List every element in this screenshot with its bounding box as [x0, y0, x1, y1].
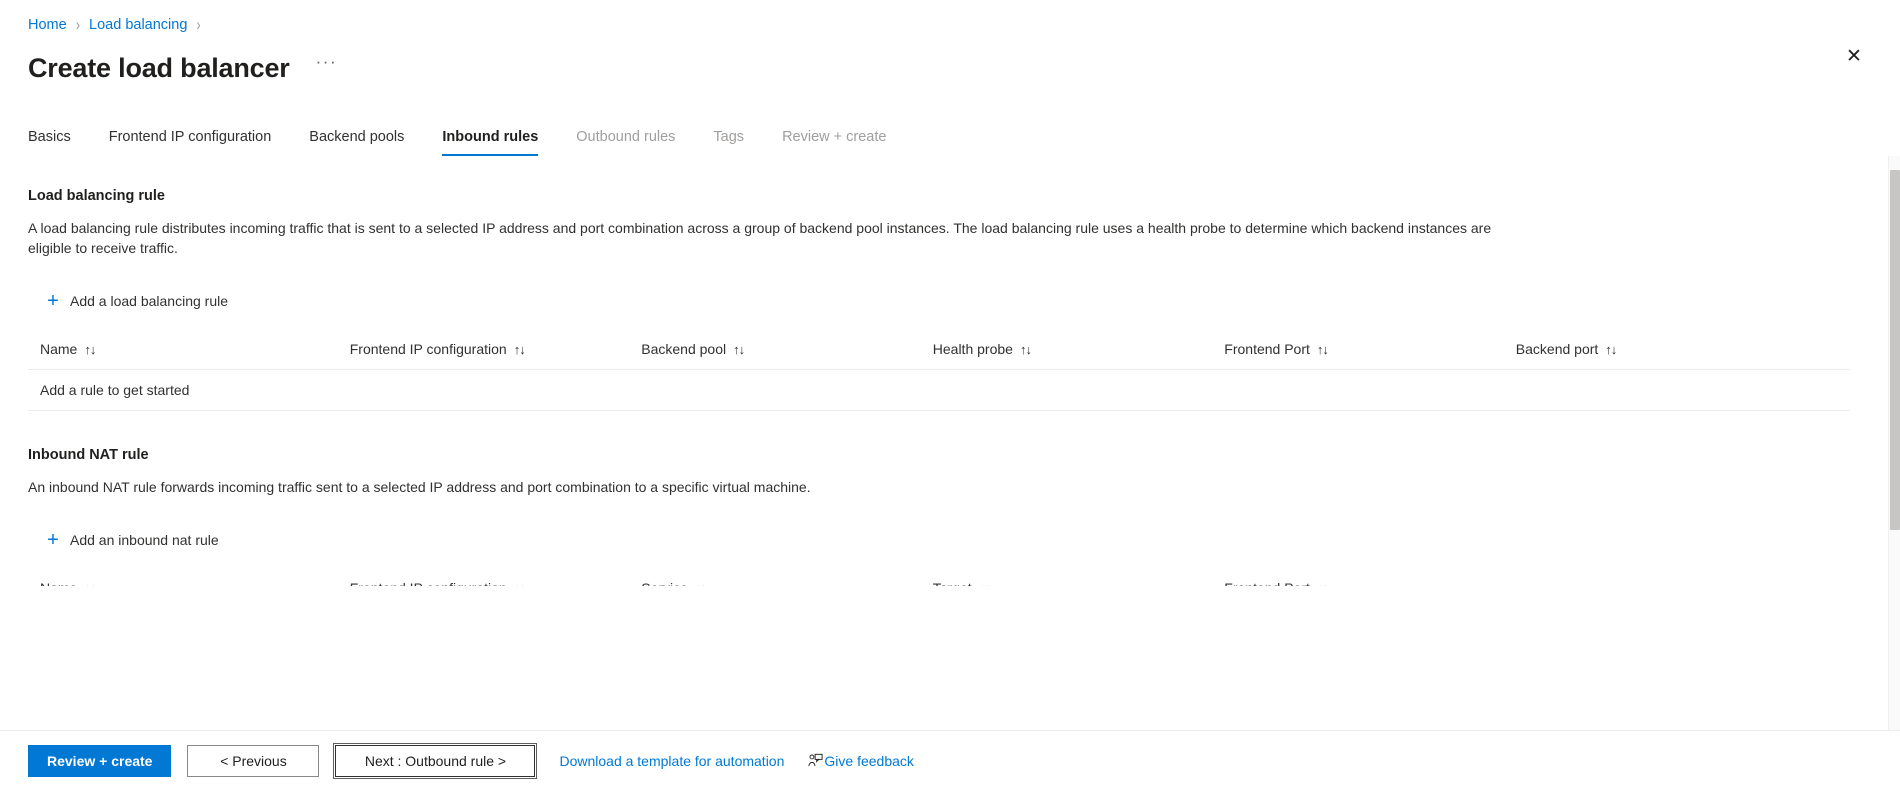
column-header-nat-service-label: Service [641, 580, 688, 586]
column-header-frontend-port-label: Frontend Port [1224, 341, 1310, 357]
page-title: Create load balancer [28, 53, 290, 83]
breadcrumb-item-home[interactable]: Home [28, 15, 67, 35]
load-balancing-rule-section: Load balancing rule A load balancing rul… [28, 186, 1850, 411]
load-balancing-rule-heading: Load balancing rule [28, 188, 165, 204]
sort-icon: ↑↓ [1317, 581, 1329, 586]
sort-icon: ↑↓ [1605, 342, 1617, 357]
feedback-person-icon [808, 753, 823, 768]
column-header-backend-pool-label: Backend pool [641, 341, 727, 357]
column-header-backend-port-label: Backend port [1515, 341, 1599, 357]
inbound-nat-rule-description: An inbound NAT rule forwards incoming tr… [28, 479, 811, 495]
sort-icon: ↑↓ [733, 342, 745, 357]
tab-bar: Basics Frontend IP configuration Backend… [0, 122, 1900, 156]
previous-button[interactable]: < Previous [187, 744, 320, 777]
inbound-nat-rules-table: Name ↑↓ Frontend IP configuration ↑↓ Servi… [28, 569, 1850, 586]
blade-footer: Review + create < Previous Next : Outbou… [0, 730, 1900, 790]
tab-tags[interactable]: Tags [713, 127, 744, 156]
column-header-health-probe[interactable]: Health probe ↑↓ [920, 330, 1213, 370]
column-header-nat-frontend-port[interactable]: Frontend Port ↑↓ [1212, 569, 1850, 586]
column-header-nat-target-label: Target [933, 580, 972, 586]
breadcrumb-separator-icon: › [196, 15, 201, 34]
inbound-nat-rule-heading: Inbound NAT rule [28, 447, 149, 463]
sort-icon: ↑↓ [1019, 342, 1032, 357]
content-scrollbar[interactable] [1888, 156, 1900, 730]
table-header-row: Name ↑↓ Frontend IP configuration ↑↓ Servi… [28, 569, 1850, 586]
column-header-nat-name-label: Name [40, 580, 77, 586]
column-header-frontend-ip-configuration-label: Frontend IP configuration [349, 341, 507, 357]
plus-icon: + [47, 529, 59, 551]
inbound-nat-rules-table-clipped: Name ↑↓ Frontend IP configuration ↑↓ Servi… [28, 569, 1850, 586]
column-header-nat-target[interactable]: Target ↑↓ [920, 569, 1213, 586]
breadcrumb-separator-icon: › [75, 15, 81, 34]
tab-review-create[interactable]: Review + create [782, 127, 886, 156]
column-header-nat-name[interactable]: Name ↑↓ [28, 569, 338, 586]
next-outbound-rule-button[interactable]: Next : Outbound rule > [333, 742, 538, 779]
give-feedback-button[interactable]: Give feedback [808, 753, 914, 769]
create-load-balancer-blade: Home › Load balancing › Create load bala… [0, 0, 1900, 790]
scrollbar-thumb[interactable] [1890, 170, 1900, 530]
tab-outbound-rules[interactable]: Outbound rules [576, 127, 675, 156]
more-options-icon[interactable]: ··· [310, 50, 343, 74]
column-header-nat-frontend-ip-configuration[interactable]: Frontend IP configuration ↑↓ [337, 569, 630, 586]
plus-icon: + [47, 290, 59, 312]
sort-icon: ↑↓ [514, 581, 526, 586]
sort-icon: ↑↓ [695, 581, 707, 586]
give-feedback-label: Give feedback [824, 752, 914, 769]
blade-content: Load balancing rule A load balancing rul… [0, 156, 1900, 730]
tab-inbound-rules[interactable]: Inbound rules [442, 127, 538, 156]
review-create-button[interactable]: Review + create [28, 744, 172, 777]
column-header-name-label: Name [40, 341, 78, 357]
column-header-nat-frontend-port-label: Frontend Port [1224, 580, 1310, 586]
tab-basics[interactable]: Basics [28, 127, 71, 156]
sort-icon: ↑↓ [84, 581, 96, 586]
breadcrumb-item-load-balancing[interactable]: Load balancing [89, 15, 187, 35]
load-balancing-rules-table: Name ↑↓ Frontend IP configuration ↑↓ Backe… [28, 330, 1850, 411]
add-inbound-nat-rule-label: Add an inbound nat rule [70, 532, 219, 548]
table-header-row: Name ↑↓ Frontend IP configuration ↑↓ Backe… [28, 330, 1850, 370]
add-inbound-nat-rule-button[interactable]: + Add an inbound nat rule [28, 527, 225, 553]
tab-backend-pools[interactable]: Backend pools [309, 127, 404, 156]
column-header-nat-frontend-ip-configuration-label: Frontend IP configuration [350, 580, 507, 586]
empty-state-message: Add a rule to get started [28, 369, 1850, 411]
add-load-balancing-rule-button[interactable]: + Add a load balancing rule [28, 288, 234, 314]
column-header-backend-pool[interactable]: Backend pool ↑↓ [629, 330, 921, 370]
download-template-link[interactable]: Download a template for automation [559, 753, 784, 769]
column-header-backend-port[interactable]: Backend port ↑↓ [1503, 330, 1850, 370]
column-header-name[interactable]: Name ↑↓ [28, 330, 338, 370]
blade-content-inner: Load balancing rule A load balancing rul… [28, 156, 1872, 586]
sort-icon: ↑↓ [513, 342, 526, 357]
sort-icon: ↑↓ [979, 581, 991, 586]
title-row: Create load balancer ··· [28, 48, 1872, 88]
column-header-frontend-port[interactable]: Frontend Port ↑↓ [1212, 330, 1504, 370]
sort-icon: ↑↓ [84, 342, 96, 357]
blade-header: Home › Load balancing › Create load bala… [0, 0, 1900, 88]
breadcrumb: Home › Load balancing › [28, 14, 1872, 36]
add-load-balancing-rule-label: Add a load balancing rule [70, 293, 229, 309]
load-balancing-rule-description: A load balancing rule distributes incomi… [28, 220, 1492, 256]
tab-frontend-ip-configuration[interactable]: Frontend IP configuration [109, 127, 272, 156]
column-header-frontend-ip-configuration[interactable]: Frontend IP configuration ↑↓ [337, 330, 630, 370]
column-header-health-probe-label: Health probe [932, 341, 1013, 357]
inbound-nat-rule-section: Inbound NAT rule An inbound NAT rule for… [28, 445, 1850, 586]
close-icon[interactable]: ✕ [1838, 40, 1870, 72]
column-header-nat-service[interactable]: Service ↑↓ [629, 569, 921, 586]
table-empty-row: Add a rule to get started [28, 369, 1850, 411]
sort-icon: ↑↓ [1316, 342, 1329, 357]
